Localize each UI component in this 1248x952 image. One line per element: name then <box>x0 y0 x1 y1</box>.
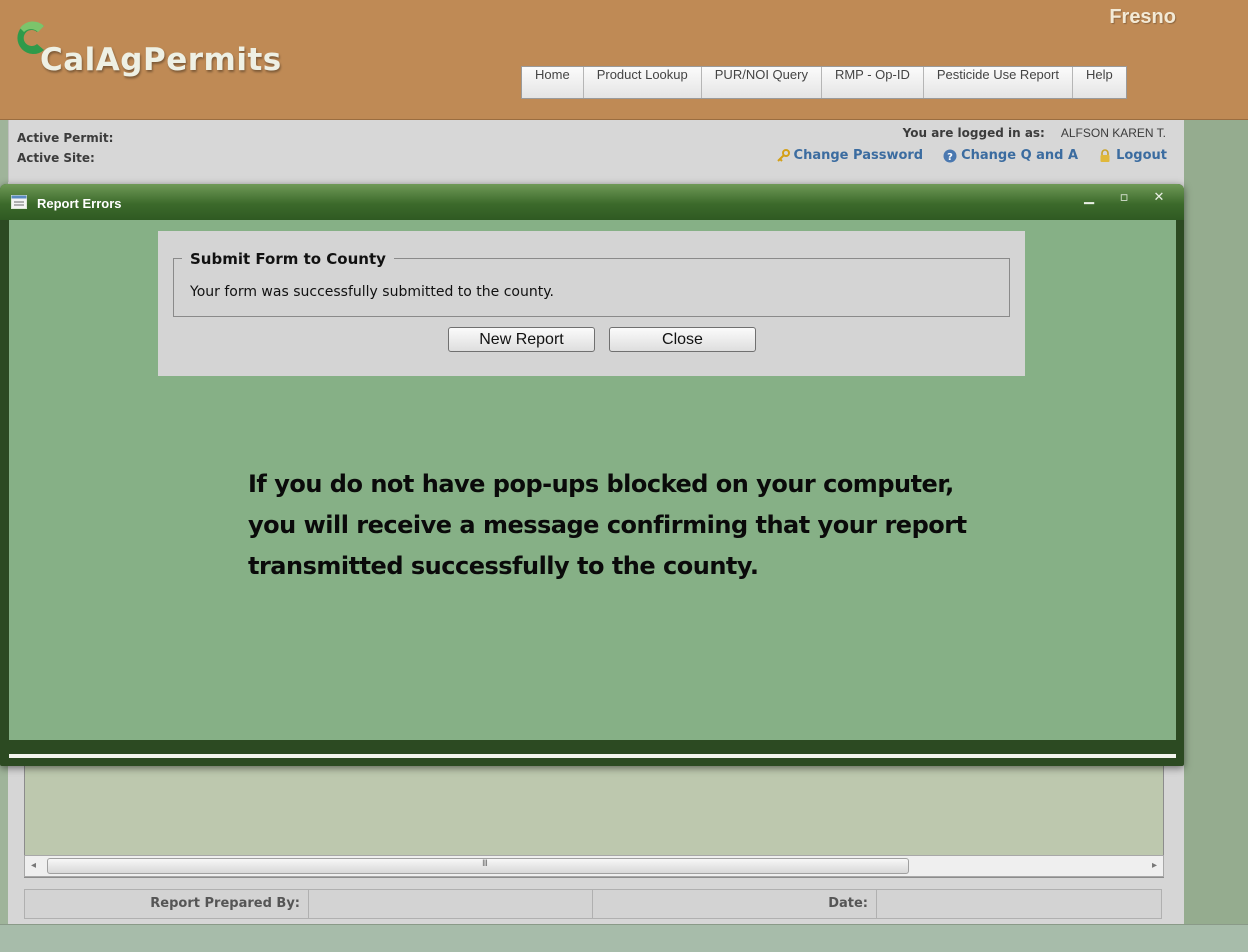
user-name: ALFSON KAREN T. <box>1060 126 1166 140</box>
question-icon: ? <box>943 149 957 163</box>
scroll-thumb[interactable]: III <box>47 858 909 874</box>
scroll-right-icon[interactable]: ▸ <box>1152 860 1157 871</box>
scroll-grip: III <box>482 859 488 869</box>
bottom-strip <box>0 924 1248 952</box>
lock-icon <box>1100 148 1110 162</box>
change-qa-label: Change Q and A <box>961 148 1079 163</box>
change-password-label: Change Password <box>793 148 924 163</box>
scroll-left-icon[interactable]: ◂ <box>31 860 36 871</box>
success-message: Your form was successfully submitted to … <box>190 284 554 300</box>
annotation-line: you will receive a message confirming th… <box>248 511 967 539</box>
svg-text:?: ? <box>947 152 953 163</box>
county-name: Fresno <box>1109 6 1176 28</box>
key-icon <box>776 148 790 162</box>
nav-home[interactable]: Home <box>522 67 584 98</box>
active-permit-label: Active Permit: <box>17 131 114 145</box>
window-icon <box>11 195 27 209</box>
logged-in-as: You are logged in as: ALFSON KAREN T. <box>903 126 1166 140</box>
annotation-line: transmitted successfully to the county. <box>248 552 759 580</box>
dialog-bottom-edge <box>9 754 1176 758</box>
prepared-by-field[interactable] <box>309 890 593 918</box>
close-button[interactable]: Close <box>609 327 756 352</box>
submit-form-box: Submit Form to County Your form was succ… <box>158 231 1025 376</box>
date-field[interactable] <box>877 890 1161 918</box>
app-header: CalAgPermits Fresno Home Product Lookup … <box>0 0 1248 120</box>
new-report-button[interactable]: New Report <box>448 327 595 352</box>
right-strip <box>1184 120 1248 924</box>
change-qa-link[interactable]: ? Change Q and A <box>943 148 1078 163</box>
logo-text: CalAgPermits <box>40 42 282 78</box>
minimize-icon[interactable]: ▁ <box>1079 190 1099 210</box>
nav-product-lookup[interactable]: Product Lookup <box>583 67 702 98</box>
nav-help[interactable]: Help <box>1072 67 1126 98</box>
date-label: Date: <box>593 890 877 918</box>
prepared-by-label: Report Prepared By: <box>25 890 309 918</box>
nav-pesticide-use-report[interactable]: Pesticide Use Report <box>923 67 1073 98</box>
main-nav: Home Product Lookup PUR/NOI Query RMP - … <box>521 66 1127 99</box>
close-icon[interactable]: ✕ <box>1149 190 1169 210</box>
nav-rmp-op-id[interactable]: RMP - Op-ID <box>821 67 924 98</box>
dialog-body: Submit Form to County Your form was succ… <box>9 220 1176 740</box>
report-footer-row: Report Prepared By: Date: <box>24 889 1162 919</box>
dialog-titlebar[interactable]: Report Errors ▁ ▫ ✕ <box>0 184 1184 220</box>
instruction-annotation: If you do not have pop-ups blocked on yo… <box>248 464 1008 587</box>
session-info-bar: Active Permit: Active Site: You are logg… <box>8 120 1184 182</box>
annotation-line: If you do not have pop-ups blocked on yo… <box>248 470 954 498</box>
report-errors-dialog: Report Errors ▁ ▫ ✕ Submit Form to Count… <box>0 184 1184 766</box>
logout-link[interactable]: Logout <box>1098 148 1167 163</box>
account-links: Change Password ? Change Q and A Logout <box>776 148 1167 163</box>
change-password-link[interactable]: Change Password <box>776 148 924 163</box>
active-site-label: Active Site: <box>17 151 95 165</box>
dialog-title: Report Errors <box>37 196 122 211</box>
nav-pur-noi-query[interactable]: PUR/NOI Query <box>701 67 822 98</box>
calagpermits-logo[interactable]: CalAgPermits <box>10 14 310 84</box>
maximize-icon[interactable]: ▫ <box>1114 190 1134 210</box>
logout-label: Logout <box>1116 148 1167 163</box>
logged-in-label: You are logged in as: <box>902 126 1045 140</box>
horizontal-scrollbar[interactable]: ◂ III ▸ <box>24 855 1164 877</box>
fieldset-legend: Submit Form to County <box>182 250 394 268</box>
